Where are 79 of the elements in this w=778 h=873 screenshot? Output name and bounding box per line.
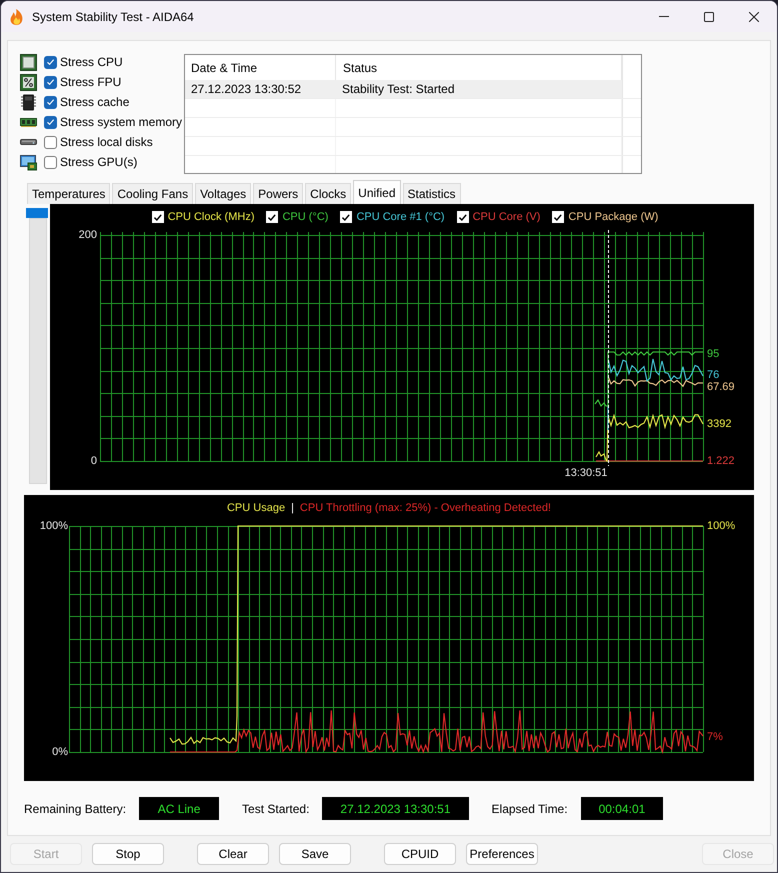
minimize-icon [658,16,668,17]
table-cell-text: Stability Test: Started [341,81,456,98]
scrollbar-track[interactable] [29,218,47,484]
maximize-icon [704,12,714,22]
legend-label[interactable]: CPU Core (V) [472,211,540,223]
checkbox-label[interactable]: Stress FPU [60,75,122,89]
series-reading: 100% [707,520,736,532]
checkmark-icon [268,214,276,220]
checkbox[interactable] [44,116,57,128]
checkmark-icon [47,79,54,85]
checkmark-icon [342,214,350,220]
tab[interactable]: Temperatures [27,183,110,204]
checkbox[interactable] [44,96,57,108]
checkbox-label[interactable]: Stress system memory [60,115,182,129]
percent-chip-icon [20,74,37,90]
tab[interactable]: Unified [353,180,401,204]
tab[interactable]: Clocks [305,183,352,204]
legend-checkbox[interactable] [340,211,352,223]
checkbox[interactable] [44,76,57,88]
legend-label: CPU Usage [226,502,286,514]
table-cell-text: 27.12.2023 13:30:52 [190,81,302,98]
legend-separator: | [291,502,294,514]
checkmark-icon [47,99,54,105]
checkmark-icon [154,214,162,220]
flame-icon [10,8,23,24]
table-row[interactable]: 27.12.2023 13:30:52 Stability Test: Started [185,80,622,98]
action-button[interactable]: Save [279,843,351,865]
chip-icon [20,54,37,70]
checkmark-icon [47,119,54,125]
checkbox-label[interactable]: Stress cache [60,95,130,109]
action-button[interactable]: Stop [92,843,164,865]
time-label: 13:30:51 [564,466,608,479]
legend-label[interactable]: CPU Clock (MHz) [168,211,254,223]
series-reading: 1.222 [707,454,735,467]
checkmark-icon [47,59,54,65]
legend-checkbox[interactable] [152,211,164,223]
action-button[interactable]: CPUID [384,843,456,865]
legend-checkbox[interactable] [456,211,469,223]
checkbox[interactable] [44,156,57,168]
tab[interactable]: Statistics [402,183,461,204]
checkbox-label[interactable]: Stress GPU(s) [60,155,138,169]
memory-module-icon [20,118,37,126]
checkmark-icon [458,214,467,220]
checkbox-label[interactable]: Stress local disks [60,135,153,149]
series-reading: 7% [707,730,723,743]
close-icon [748,12,758,22]
field-label: Test Started: [242,802,310,816]
field-label: Remaining Battery: [24,802,126,816]
axis-label: 0% [52,746,68,758]
series-reading: 95 [707,348,720,360]
series-reading: 67.69 [707,380,735,393]
axis-label: 100% [40,520,68,532]
legend-label[interactable]: CPU Core #1 (°C) [356,211,445,223]
checkmark-icon [554,214,562,220]
checkbox[interactable] [44,136,57,148]
axis-label: 200 [78,230,97,241]
axis-label: 0 [90,454,97,467]
drive-icon [20,139,37,145]
series-reading: 3392 [707,418,732,430]
action-button[interactable]: Preferences [466,843,538,865]
tab[interactable]: Powers [253,183,304,204]
legend-label: CPU Throttling (max: 25%) - Overheating Detected! [300,502,551,514]
tab[interactable]: Voltages [195,183,252,204]
monitor-icon [20,154,37,170]
checkbox[interactable] [44,56,57,68]
action-button[interactable]: Clear [197,843,269,865]
legend-checkbox[interactable] [552,211,564,223]
checkbox-label[interactable]: Stress CPU [60,55,123,69]
value-display: 00:04:01 [580,797,664,820]
tab[interactable]: Cooling Fans [112,183,194,204]
window-title: System Stability Test - AIDA64 [32,10,194,24]
series-reading: 76 [707,368,720,381]
legend-label[interactable]: CPU (°C) [282,211,328,223]
legend-checkbox[interactable] [266,211,278,223]
microchip-icon [20,94,37,110]
legend-label[interactable]: CPU Package (W) [568,211,658,223]
value-display: AC Line [139,797,220,820]
value-display: 27.12.2023 13:30:51 [322,797,469,820]
field-label: Elapsed Time: [492,802,568,816]
